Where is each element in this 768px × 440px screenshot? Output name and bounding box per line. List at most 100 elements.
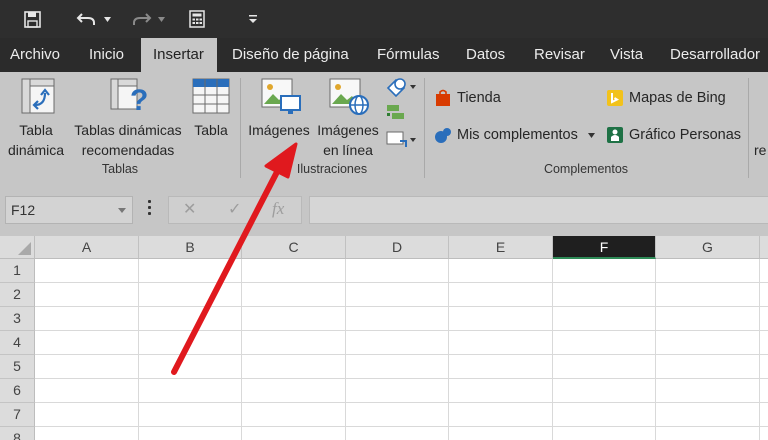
pivot-table-button[interactable]: Tabla dinámica [4,72,68,160]
quick-access-toolbar [0,0,768,38]
gridline [241,259,242,440]
shapes-button[interactable] [384,76,418,100]
column-header-e[interactable]: E [449,236,553,259]
smartart-icon [387,105,404,119]
row-header-6[interactable]: 6 [0,379,35,403]
gridline [448,259,449,440]
people-graph-icon [607,127,623,143]
store-label: Tienda [457,90,501,106]
formula-input[interactable] [309,196,768,224]
cut-off-ribbon-label: re [754,142,767,158]
formula-buttons: ✕ ✓ fx [168,196,302,224]
tab-archivo[interactable]: Archivo [10,38,60,72]
svg-text:?: ? [130,84,148,114]
tab-revisar[interactable]: Revisar [534,38,585,72]
gridline [35,402,768,403]
my-addins-dropdown-icon [587,132,595,138]
gridline [655,259,656,440]
undo-dropdown-icon[interactable] [102,6,112,32]
online-images-label-2: en línea [323,142,373,158]
online-images-label-1: Imágenes [317,122,379,138]
row-header-1[interactable]: 1 [0,259,35,283]
form-icon[interactable] [184,6,210,32]
tab-insertar[interactable]: Insertar [141,38,217,73]
my-addins-icon [435,128,451,143]
table-button[interactable]: Tabla [188,72,234,160]
column-header-b[interactable]: B [139,236,242,259]
images-label: Imágenes [248,122,310,138]
gridline [35,378,768,379]
gridline [345,259,346,440]
bing-maps-icon [607,90,623,106]
gridline [552,259,553,440]
gridline [35,354,768,355]
row-header-4[interactable]: 4 [0,331,35,355]
ribbon-tabs: Archivo Inicio Insertar Diseño de página… [0,38,768,73]
row-header-7[interactable]: 7 [0,403,35,427]
tab-vista[interactable]: Vista [610,38,643,72]
row-header-2[interactable]: 2 [0,283,35,307]
gridline [35,330,768,331]
store-button[interactable]: Tienda [434,86,501,110]
screenshot-icon [386,131,416,147]
save-icon[interactable] [18,6,46,32]
row-header-3[interactable]: 3 [0,307,35,331]
group-separator [748,78,749,178]
gridline [35,426,768,427]
tab-formulas[interactable]: Fórmulas [377,38,440,72]
chevron-down-icon[interactable] [118,208,126,213]
recommended-pivot-label-2: recomendadas [81,142,175,158]
tab-desarrollador[interactable]: Desarrollador [670,38,760,72]
column-header-h[interactable] [760,236,768,259]
bing-maps-button[interactable]: Mapas de Bing [606,86,726,110]
gridline [138,259,139,440]
people-graph-button[interactable]: Gráfico Personas [606,123,741,147]
column-header-f[interactable]: F [553,236,656,259]
shapes-icon [386,78,416,98]
group-label-tablas: Tablas [101,162,139,176]
cancel-icon[interactable]: ✕ [183,199,196,219]
insert-function-icon[interactable]: fx [272,199,284,219]
name-box-value: F12 [11,202,36,218]
group-label-complementos: Complementos [543,162,629,176]
images-icon [261,78,301,114]
select-all-button[interactable] [0,236,35,259]
column-header-c[interactable]: C [242,236,346,259]
my-addins-label: Mis complementos [457,127,578,143]
ribbon-insertar: Tabla dinámica ? Tablas dinámicas recome… [0,72,768,186]
name-box[interactable]: F12 [5,196,133,224]
undo-icon[interactable] [72,6,102,32]
row-header-8[interactable]: 8 [0,427,35,440]
tab-datos[interactable]: Datos [466,38,505,72]
enter-icon[interactable]: ✓ [228,199,241,219]
pivot-table-icon [21,78,55,114]
gridline [759,259,760,440]
more-options-icon[interactable] [146,200,152,220]
recommended-pivot-tables-button[interactable]: ? Tablas dinámicas recomendadas [70,72,186,160]
gridline [35,282,768,283]
spreadsheet-grid[interactable]: A B C D E F G 1 2 3 4 5 6 7 8 [0,236,768,440]
screenshot-button[interactable] [384,128,418,152]
online-images-button[interactable]: Imágenes en línea [313,72,383,160]
tab-inicio[interactable]: Inicio [89,38,124,72]
row-header-5[interactable]: 5 [0,355,35,379]
column-header-d[interactable]: D [346,236,449,259]
recommended-pivot-icon: ? [110,78,148,114]
tab-diseno-de-pagina[interactable]: Diseño de página [232,38,349,72]
pivot-table-label-1: Tabla [19,122,53,138]
bing-maps-label: Mapas de Bing [629,90,726,106]
pivot-table-label-2: dinámica [7,142,65,158]
store-icon [436,89,450,106]
column-header-a[interactable]: A [35,236,139,259]
recommended-pivot-label-1: Tablas dinámicas [74,122,182,138]
redo-icon[interactable] [126,6,156,32]
table-icon [192,78,230,114]
images-button[interactable]: Imágenes [245,72,313,160]
my-addins-button[interactable]: Mis complementos [434,123,595,147]
column-header-g[interactable]: G [656,236,760,259]
redo-dropdown-icon[interactable] [156,6,166,32]
formula-bar: F12 ✕ ✓ fx [0,186,768,236]
gridline [35,306,768,307]
smartart-button[interactable] [384,102,418,126]
customize-icon[interactable] [246,6,260,32]
